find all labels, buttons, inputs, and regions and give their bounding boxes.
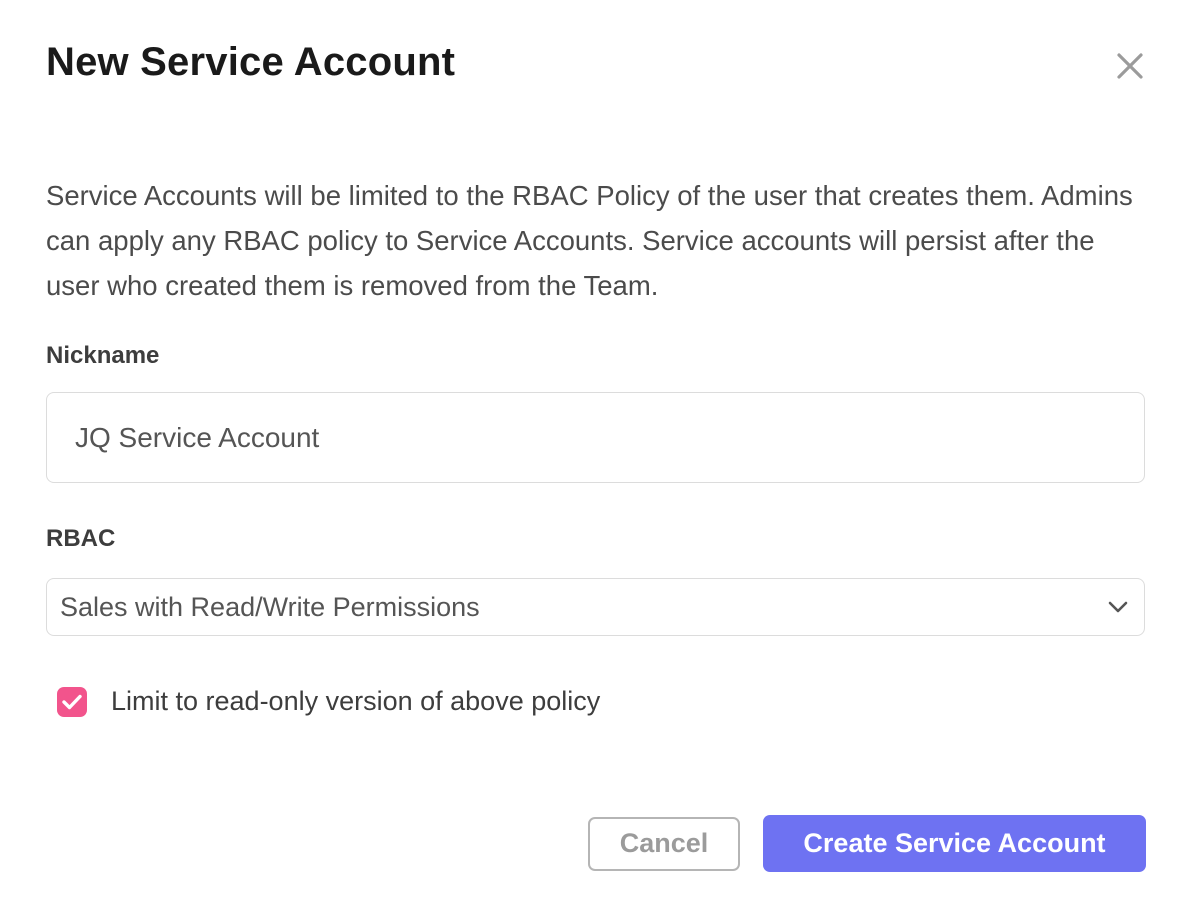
rbac-label: RBAC [46,525,1145,553]
new-service-account-modal: New Service Account Service Accounts wil… [0,0,1190,904]
modal-footer-buttons: Cancel Create Service Account [588,815,1146,872]
modal-description: Service Accounts will be limited to the … [46,173,1145,308]
close-button[interactable] [1114,50,1146,82]
create-service-account-button[interactable]: Create Service Account [763,815,1146,872]
cancel-button[interactable]: Cancel [588,817,740,871]
chevron-down-icon [1108,601,1128,613]
checkmark-icon [62,694,82,710]
nickname-label: Nickname [46,342,1145,370]
close-icon [1116,52,1144,80]
modal-title: New Service Account [46,40,1145,85]
read-only-checkbox[interactable] [57,687,87,717]
read-only-checkbox-label: Limit to read-only version of above poli… [111,686,600,717]
read-only-checkbox-row[interactable]: Limit to read-only version of above poli… [57,686,1145,717]
rbac-selected-value: Sales with Read/Write Permissions [60,592,480,623]
rbac-select[interactable]: Sales with Read/Write Permissions [46,578,1145,636]
nickname-input[interactable] [46,392,1145,483]
